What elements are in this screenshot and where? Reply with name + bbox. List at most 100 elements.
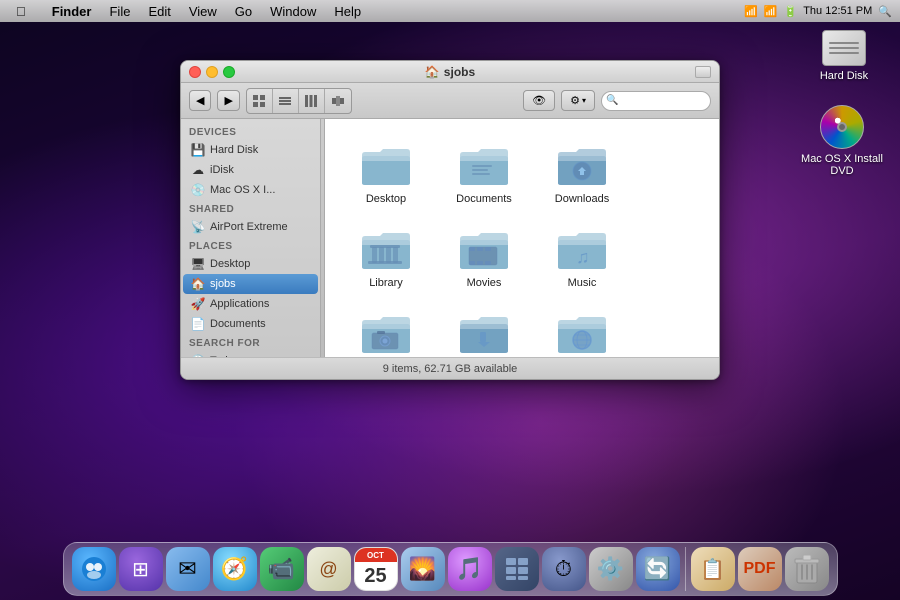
dock-itunes[interactable]: 🎵 xyxy=(448,547,492,591)
dock-mail[interactable]: ✉ xyxy=(166,547,210,591)
folder-desktop[interactable]: Desktop xyxy=(341,135,431,211)
documents-place-icon: 📄 xyxy=(191,317,205,331)
sidebar-item-desktop-place[interactable]: 🖥 Desktop xyxy=(183,254,318,274)
back-arrow-icon: ◀ xyxy=(196,94,204,107)
menu-help[interactable]: Help xyxy=(326,2,369,21)
back-button[interactable]: ◀ xyxy=(189,90,211,111)
dock-dashboard[interactable]: ⊞ xyxy=(119,547,163,591)
menu-view[interactable]: View xyxy=(181,2,225,21)
dock-timemachine[interactable]: ⏱ xyxy=(542,547,586,591)
traffic-lights xyxy=(189,66,235,78)
dock-ical[interactable]: OCT 25 xyxy=(354,547,398,591)
search-for-header: SEARCH FOR xyxy=(181,334,320,351)
folder-documents[interactable]: Documents xyxy=(439,135,529,211)
dock-addressbook[interactable]: @ xyxy=(307,547,351,591)
title-text: sjobs xyxy=(444,65,475,79)
dock-container: ⊞ ✉ 🧭 📹 @ xyxy=(0,520,900,600)
shared-header: SHARED xyxy=(181,200,320,217)
hard-disk-sidebar-label: Hard Disk xyxy=(210,144,258,156)
sidebar-item-hard-disk[interactable]: 💾 Hard Disk xyxy=(183,140,318,160)
today-icon: 🕐 xyxy=(191,354,205,357)
menu-file[interactable]: File xyxy=(101,2,138,21)
sidebar-item-macos-dvd[interactable]: 💿 Mac OS X I... xyxy=(183,180,318,200)
menu-window[interactable]: Window xyxy=(262,2,324,21)
folder-public[interactable]: Public xyxy=(439,303,529,357)
folder-sites[interactable]: Sites xyxy=(537,303,627,357)
search-icon: 🔍 xyxy=(606,95,618,106)
menubar-right: 📶 📶 🔋 Thu 12:51 PM 🔍 xyxy=(744,5,892,18)
idisk-icon: ☁ xyxy=(191,163,205,177)
folder-music[interactable]: ♫ Music xyxy=(537,219,627,295)
hard-disk-desktop-icon[interactable]: Hard Disk xyxy=(804,30,884,82)
spotlight-icon[interactable]: 🔍 xyxy=(878,5,892,18)
folder-downloads-label: Downloads xyxy=(555,193,609,205)
dvd-sidebar-label: Mac OS X I... xyxy=(210,184,275,196)
battery-icon[interactable]: 🔋 xyxy=(784,5,798,18)
folder-desktop-icon xyxy=(358,141,414,189)
window-body: DEVICES 💾 Hard Disk ☁ iDisk 💿 Mac OS X I… xyxy=(181,119,719,357)
sjobs-icon: 🏠 xyxy=(191,277,205,291)
view-buttons xyxy=(246,88,352,114)
menu-go[interactable]: Go xyxy=(227,2,260,21)
sidebar-item-idisk[interactable]: ☁ iDisk xyxy=(183,160,318,180)
idisk-label: iDisk xyxy=(210,164,234,176)
dvd-label: Mac OS X Install DVD xyxy=(798,153,886,177)
bluetooth-icon[interactable]: 📶 xyxy=(744,5,758,18)
menu-edit[interactable]: Edit xyxy=(140,2,178,21)
column-view-button[interactable] xyxy=(299,89,325,113)
airport-icon: 📡 xyxy=(191,220,205,234)
sidebar-item-applications[interactable]: 🚀 Applications xyxy=(183,294,318,314)
maximize-button[interactable] xyxy=(223,66,235,78)
folder-music-icon: ♫ xyxy=(554,225,610,273)
folder-pictures[interactable]: Pictures xyxy=(341,303,431,357)
dock-preview[interactable]: 📋 xyxy=(691,547,735,591)
folder-movies[interactable]: Movies xyxy=(439,219,529,295)
dock-finder[interactable] xyxy=(72,547,116,591)
sidebar-item-airport[interactable]: 📡 AirPort Extreme xyxy=(183,217,318,237)
devices-header: DEVICES xyxy=(181,123,320,140)
svg-text:♫: ♫ xyxy=(576,247,590,267)
folder-documents-icon xyxy=(456,141,512,189)
sidebar-item-sjobs[interactable]: 🏠 sjobs xyxy=(183,274,318,294)
apple-menu[interactable]:  xyxy=(8,2,34,21)
minimize-button[interactable] xyxy=(206,66,218,78)
search-wrapper: 🔍 xyxy=(601,91,711,111)
hard-disk-label: Hard Disk xyxy=(820,70,868,82)
window-resize-icon[interactable] xyxy=(695,66,711,78)
wifi-icon[interactable]: 📶 xyxy=(764,5,778,18)
folder-movies-icon xyxy=(456,225,512,273)
dvd-desktop-icon[interactable]: Mac OS X Install DVD xyxy=(798,105,886,177)
quick-look-button[interactable]: 👁 xyxy=(523,90,555,111)
dock-expose[interactable] xyxy=(495,547,539,591)
folder-library[interactable]: Library xyxy=(341,219,431,295)
list-view-button[interactable] xyxy=(273,89,299,113)
dock-iphoto[interactable]: 🌄 xyxy=(401,547,445,591)
desktop-place-icon: 🖥 xyxy=(191,257,205,271)
dvd-sidebar-icon: 💿 xyxy=(191,183,205,197)
forward-arrow-icon: ▶ xyxy=(224,94,232,107)
folder-sites-icon xyxy=(554,309,610,357)
icon-view-button[interactable] xyxy=(247,89,273,113)
dock: ⊞ ✉ 🧭 📹 @ xyxy=(63,542,838,596)
folder-desktop-label: Desktop xyxy=(366,193,406,205)
dock-trash[interactable] xyxy=(785,547,829,591)
dock-sync[interactable]: 🔄 xyxy=(636,547,680,591)
dock-facetime[interactable]: 📹 xyxy=(260,547,304,591)
menubar-left:  Finder File Edit View Go Window Help xyxy=(8,2,744,21)
clock-display: Thu 12:51 PM xyxy=(803,5,872,17)
menu-finder[interactable]: Finder xyxy=(44,2,100,21)
coverflow-view-button[interactable] xyxy=(325,89,351,113)
dock-safari[interactable]: 🧭 xyxy=(213,547,257,591)
dvd-icon xyxy=(820,105,864,149)
sidebar-item-documents-place[interactable]: 📄 Documents xyxy=(183,314,318,334)
home-icon: 🏠 xyxy=(425,65,440,79)
hard-disk-icon xyxy=(822,30,866,66)
action-button[interactable]: ⚙ ▾ xyxy=(561,90,595,111)
folder-downloads[interactable]: Downloads xyxy=(537,135,627,211)
dock-pdf[interactable]: PDF xyxy=(738,547,782,591)
dock-systemprefs[interactable]: ⚙️ xyxy=(589,547,633,591)
sidebar-resize-handle[interactable] xyxy=(321,119,325,357)
sidebar-item-today[interactable]: 🕐 Today xyxy=(183,351,318,357)
close-button[interactable] xyxy=(189,66,201,78)
forward-button[interactable]: ▶ xyxy=(217,90,239,111)
